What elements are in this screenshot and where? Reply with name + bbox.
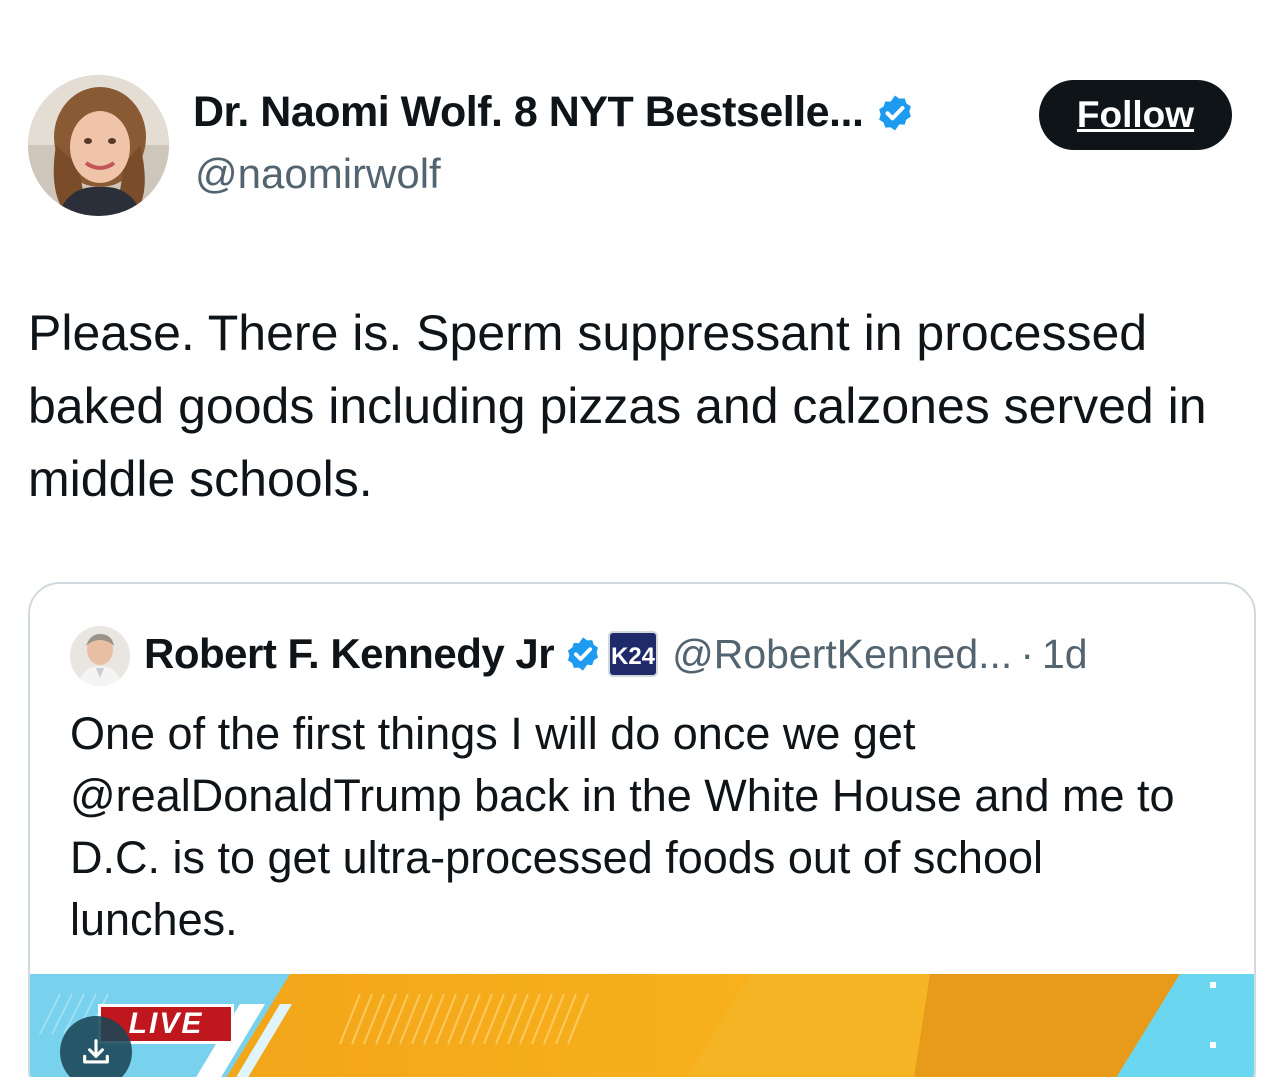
tweet-view: Dr. Naomi Wolf. 8 NYT Bestselle... @naom… (0, 0, 1284, 1077)
quoted-tweet-text: One of the first things I will do once w… (70, 708, 1175, 945)
follow-button[interactable]: Follow (1039, 80, 1232, 150)
profile-photo-man (70, 626, 130, 686)
tweet-text: Please. There is. Sperm suppressant in p… (28, 305, 1207, 507)
quoted-author-avatar[interactable] (70, 626, 130, 686)
quoted-media-preview[interactable]: LIVE (30, 974, 1254, 1077)
quoted-header: Robert F. Kennedy Jr K24 @RobertKenned..… (144, 630, 1088, 678)
quoted-display-name[interactable]: Robert F. Kennedy Jr (144, 630, 555, 678)
quoted-separator: · (1020, 630, 1034, 677)
author-display-name[interactable]: Dr. Naomi Wolf. 8 NYT Bestselle... (193, 88, 864, 137)
verified-badge-icon (568, 637, 599, 671)
verified-badge-icon (879, 95, 912, 130)
author-name-row: Dr. Naomi Wolf. 8 NYT Bestselle... (193, 88, 915, 137)
quoted-tweet-card[interactable]: Robert F. Kennedy Jr K24 @RobertKenned..… (28, 582, 1256, 1077)
affiliate-badge-icon: K24 (608, 631, 659, 677)
quoted-handle[interactable]: @RobertKenned... (672, 631, 1012, 678)
quoted-timestamp[interactable]: 1d (1042, 631, 1088, 678)
affiliate-badge-text: K24 (611, 643, 656, 670)
download-icon (83, 1039, 109, 1064)
author-handle[interactable]: @naomirwolf (195, 150, 441, 198)
profile-photo-woman (28, 75, 169, 216)
author-avatar[interactable] (28, 75, 169, 216)
